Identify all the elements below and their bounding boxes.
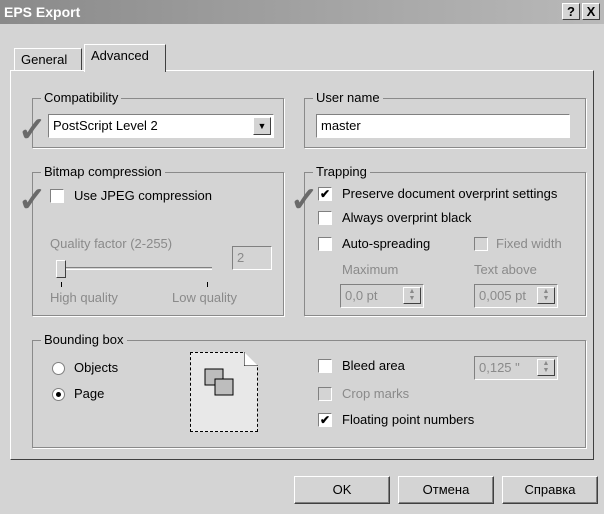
- spin-down-icon[interactable]: ▼: [538, 367, 554, 374]
- always-overprint-label: Always overprint black: [342, 210, 472, 225]
- floating-point-box[interactable]: ✔: [318, 413, 332, 427]
- annotation-tick-icon: ✓: [290, 181, 319, 219]
- bleed-area-box[interactable]: [318, 359, 332, 373]
- dropdown-arrow-icon[interactable]: ▼: [253, 117, 271, 135]
- use-jpeg-label: Use JPEG compression: [74, 188, 212, 203]
- page-radio-circle[interactable]: [52, 388, 65, 401]
- help-button[interactable]: Справка: [502, 476, 598, 504]
- auto-spreading-label: Auto-spreading: [342, 236, 431, 251]
- low-quality-label: Low quality: [172, 290, 238, 305]
- quality-factor-label: Quality factor (2-255): [50, 236, 173, 251]
- user-name-group-label: User name: [313, 90, 383, 105]
- ok-button[interactable]: OK: [294, 476, 390, 504]
- always-overprint-box[interactable]: [318, 211, 332, 225]
- use-jpeg-box[interactable]: [50, 189, 64, 203]
- preserve-overprint-checkbox[interactable]: ✔ Preserve document overprint settings: [318, 186, 580, 204]
- high-quality-label: High quality: [50, 290, 118, 305]
- text-above-spin-arrows[interactable]: ▲ ▼: [537, 287, 555, 304]
- cancel-button[interactable]: Отмена: [398, 476, 494, 504]
- bleed-spin-arrows[interactable]: ▲ ▼: [537, 359, 555, 376]
- spin-up-icon[interactable]: ▲: [538, 288, 554, 295]
- crop-marks-checkbox[interactable]: Crop marks: [318, 386, 428, 404]
- trapping-group-label: Trapping: [313, 164, 370, 179]
- bounding-box-group-label: Bounding box: [41, 332, 127, 347]
- preserve-overprint-label: Preserve document overprint settings: [342, 186, 558, 201]
- use-jpeg-checkbox[interactable]: Use JPEG compression: [50, 188, 270, 206]
- crop-marks-box[interactable]: [318, 387, 332, 401]
- fixed-width-box[interactable]: [474, 237, 488, 251]
- spin-down-icon[interactable]: ▼: [538, 295, 554, 302]
- bleed-spinner[interactable]: 0,125 " ▲ ▼: [474, 356, 558, 380]
- objects-radio-circle[interactable]: [52, 362, 65, 375]
- spin-up-icon[interactable]: ▲: [538, 360, 554, 367]
- fixed-width-label: Fixed width: [496, 236, 562, 251]
- compatibility-value: PostScript Level 2: [53, 118, 158, 133]
- page-corner-icon: [244, 352, 258, 366]
- auto-spreading-checkbox[interactable]: Auto-spreading: [318, 236, 458, 254]
- crop-marks-label: Crop marks: [342, 386, 410, 401]
- preserve-overprint-box[interactable]: ✔: [318, 187, 332, 201]
- page-radio-label: Page: [74, 386, 105, 401]
- compatibility-select[interactable]: PostScript Level 2 ▼: [48, 114, 274, 138]
- objects-radio-label: Objects: [74, 360, 119, 375]
- objects-radio[interactable]: Objects: [52, 360, 142, 378]
- close-icon[interactable]: X: [582, 3, 600, 20]
- radio-selected-dot: [56, 392, 61, 397]
- objects-preview-icon: [204, 368, 234, 396]
- window-title: EPS Export: [4, 4, 81, 20]
- bitmap-compression-group-label: Bitmap compression: [41, 164, 165, 179]
- annotation-tick-icon: ✓: [18, 181, 47, 219]
- fixed-width-checkbox[interactable]: Fixed width: [474, 236, 574, 254]
- text-above-spinner[interactable]: 0,005 pt ▲ ▼: [474, 284, 558, 308]
- maximum-label: Maximum: [342, 262, 399, 277]
- quality-value-input[interactable]: 2: [232, 246, 272, 270]
- tab-advanced[interactable]: Advanced: [84, 44, 166, 72]
- help-icon[interactable]: ?: [562, 3, 580, 20]
- bleed-area-checkbox[interactable]: Bleed area: [318, 358, 428, 376]
- tab-general[interactable]: General: [14, 48, 82, 72]
- compatibility-group-label: Compatibility: [41, 90, 122, 105]
- quality-slider-tick-max: [207, 282, 208, 287]
- maximum-spinner[interactable]: 0,0 pt ▲ ▼: [340, 284, 424, 308]
- text-above-label: Text above: [474, 262, 537, 277]
- floating-point-label: Floating point numbers: [342, 412, 475, 427]
- spin-up-icon[interactable]: ▲: [404, 288, 420, 295]
- page-radio[interactable]: Page: [52, 386, 142, 404]
- quality-slider-track: [56, 267, 212, 270]
- annotation-tick-icon: ✓: [18, 111, 47, 149]
- auto-spreading-box[interactable]: [318, 237, 332, 251]
- bounding-box-preview: [190, 352, 258, 432]
- always-overprint-checkbox[interactable]: Always overprint black: [318, 210, 538, 228]
- quality-slider-tick-min: [61, 282, 62, 287]
- title-bar: EPS Export ? X: [0, 0, 604, 24]
- maximum-spin-arrows[interactable]: ▲ ▼: [403, 287, 421, 304]
- bleed-area-label: Bleed area: [342, 358, 405, 373]
- floating-point-checkbox[interactable]: ✔ Floating point numbers: [318, 412, 498, 430]
- spin-down-icon[interactable]: ▼: [404, 295, 420, 302]
- user-name-input[interactable]: master: [316, 114, 570, 138]
- quality-slider-thumb[interactable]: [56, 260, 66, 278]
